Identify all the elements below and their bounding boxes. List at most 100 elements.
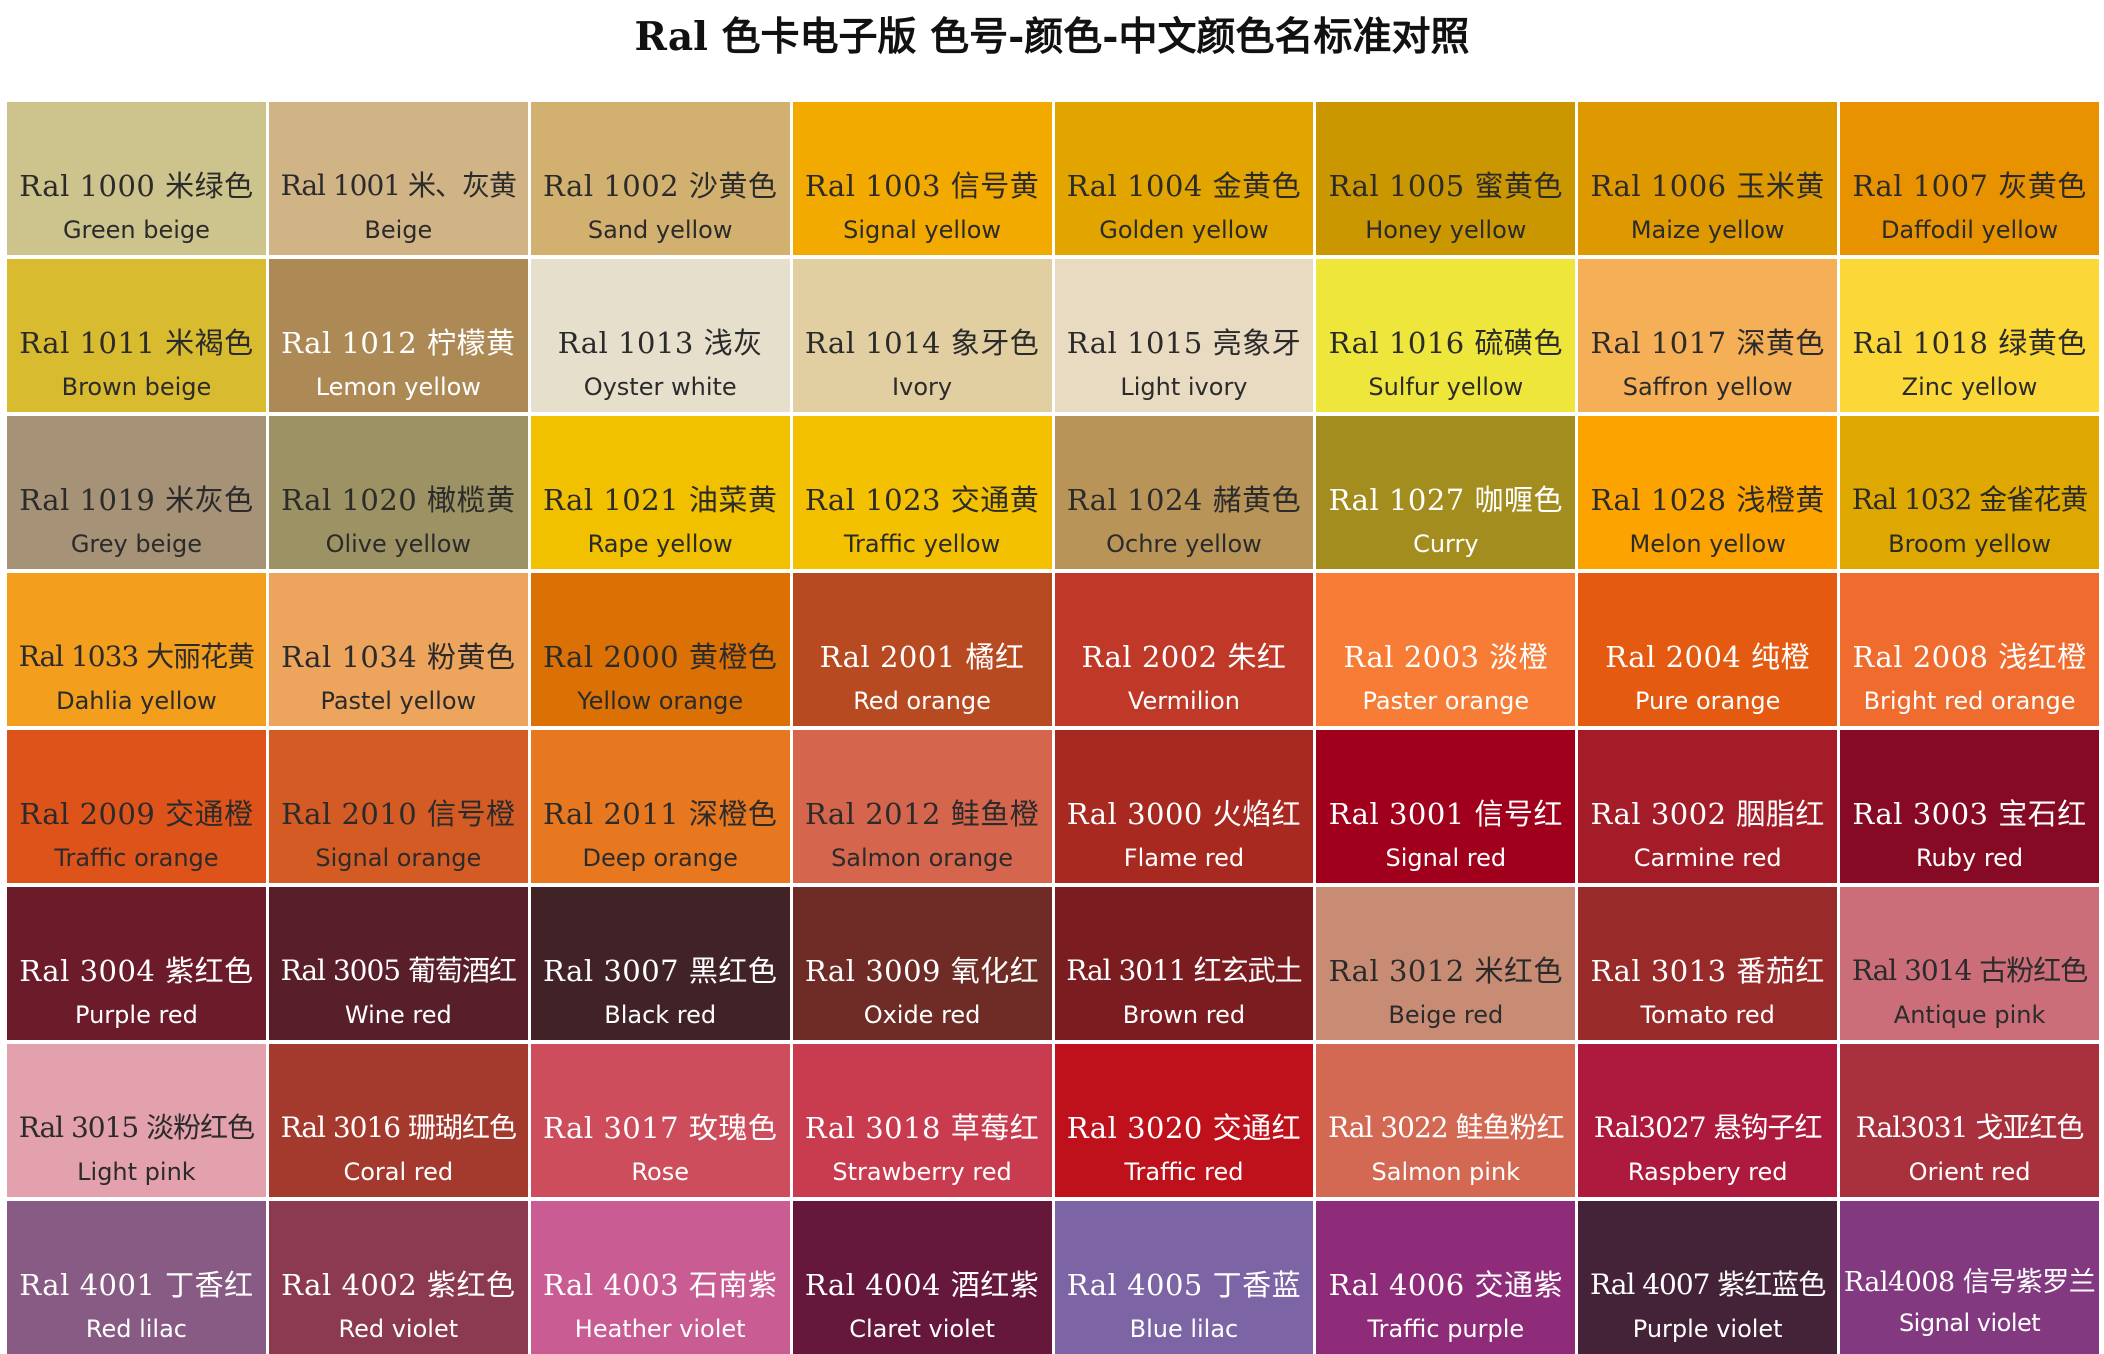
swatch-english-name: Antique pink [1893,1001,2046,1029]
color-swatch: Ral 1018 绿黄色 Zinc yellow [1840,259,2099,412]
swatch-code-label: Ral 1015 亮象牙 [1066,326,1302,360]
color-swatch: Ral 3017 玫瑰色 Rose [530,1044,790,1197]
color-swatch: Ral 1032 金雀花黄 Broom yellow [1840,416,2099,569]
swatch-code-label: Ral 1018 绿黄色 [1852,326,2087,360]
page-title: Ral 色卡电子版 色号-颜色-中文颜色名标准对照 [634,14,1470,60]
color-swatch: Ral3027 悬钩子红 Raspbery red [1578,1044,1838,1197]
color-swatch: Ral 2011 深橙色 Deep orange [530,730,790,883]
color-swatch: Ral 3002 胭脂红 Carmine red [1578,730,1838,883]
swatch-english-name: Sulfur yellow [1368,373,1524,401]
color-swatch: Ral 1013 浅灰 Oyster white [530,259,790,412]
swatch-code-label: Ral 1006 玉米黄 [1590,169,1825,203]
color-swatch: Ral 3004 紫红色 Purple red [7,887,266,1040]
swatch-code-label: Ral 1007 灰黄色 [1852,169,2087,203]
swatch-english-name: Strawberry red [832,1158,1012,1186]
swatch-english-name: Curry [1413,530,1479,558]
swatch-code-label: Ral 3009 氧化红 [804,954,1040,988]
color-swatch: Ral 2008 浅红橙 Bright red orange [1840,573,2099,726]
swatch-code-label: Ral 1024 赭黄色 [1066,483,1302,517]
swatch-code-label: Ral 1034 粉黄色 [281,640,516,674]
swatch-english-name: Traffic yellow [843,530,1001,558]
swatch-english-name: Light ivory [1120,373,1248,401]
swatch-code-label: Ral 2012 鲑鱼橙 [804,797,1040,831]
swatch-english-name: Carmine red [1633,844,1782,872]
swatch-code-label: Ral 4007 紫红蓝色 [1589,1268,1826,1301]
color-swatch: Ral 3000 火焰红 Flame red [1054,730,1314,883]
swatch-code-label: Ral 2010 信号橙 [281,797,516,831]
swatch-code-label: Ral 1027 咖喱色 [1328,483,1563,517]
swatch-code-label: Ral 3014 古粉红色 [1851,954,2088,987]
color-swatch: Ral 3018 草莓红 Strawberry red [792,1044,1052,1197]
color-swatch: Ral 3011 红玄武土 Brown red [1054,887,1314,1040]
swatch-code-label: Ral 1023 交通黄 [804,483,1040,517]
color-chart-grid: Ral 1000 米绿色 Green beige Ral 1001 米、灰黄 Beig… [7,102,2099,1354]
color-swatch: Ral 1003 信号黄 Signal yellow [792,102,1052,255]
color-swatch: Ral 2001 橘红 Red orange [792,573,1052,726]
color-swatch: Ral 1034 粉黄色 Pastel yellow [268,573,528,726]
swatch-code-label: Ral3027 悬钩子红 [1593,1111,1823,1144]
swatch-english-name: Raspbery red [1627,1158,1788,1186]
swatch-code-label: Ral 3005 葡萄酒红 [280,954,517,987]
swatch-english-name: Salmon orange [831,844,1014,872]
swatch-code-label: Ral 2003 淡橙 [1343,640,1549,674]
swatch-english-name: Beige red [1388,1001,1504,1029]
swatch-code-label: Ral 1013 浅灰 [557,326,763,360]
swatch-english-name: Signal violet [1898,1309,2041,1337]
swatch-english-name: Purple violet [1632,1315,1783,1343]
color-swatch: Ral 4007 紫红蓝色 Purple violet [1578,1201,1838,1354]
color-swatch: Ral 1017 深黄色 Saffron yellow [1578,259,1838,412]
swatch-english-name: Broom yellow [1888,530,2051,558]
swatch-code-label: Ral 1021 油菜黄 [543,483,778,517]
swatch-english-name: Wine red [344,1001,452,1029]
swatch-english-name: Heather violet [574,1315,746,1343]
color-swatch: Ral 3014 古粉红色 Antique pink [1840,887,2099,1040]
color-swatch: Ral 1033 大丽花黄 Dahlia yellow [7,573,266,726]
swatch-english-name: Daffodil yellow [1880,216,2059,244]
swatch-english-name: Signal yellow [843,216,1002,244]
swatch-code-label: Ral 2008 浅红橙 [1852,640,2087,674]
color-swatch: Ral 1023 交通黄 Traffic yellow [792,416,1052,569]
swatch-english-name: Bright red orange [1863,687,2076,715]
swatch-code-label: Ral 1000 米绿色 [19,169,254,203]
color-swatch: Ral 3015 淡粉红色 Light pink [7,1044,266,1197]
swatch-code-label: Ral 3002 胭脂红 [1590,797,1825,831]
color-swatch: Ral 3009 氧化红 Oxide red [792,887,1052,1040]
swatch-code-label: Ral 1001 米、灰黄 [280,169,517,202]
swatch-code-label: Ral 1017 深黄色 [1590,326,1825,360]
swatch-code-label: Ral 3022 鲑鱼粉红 [1328,1111,1564,1144]
color-swatch: Ral 2009 交通橙 Traffic orange [7,730,266,883]
color-swatch: Ral 3020 交通红 Traffic red [1054,1044,1314,1197]
swatch-english-name: Grey beige [70,530,203,558]
swatch-code-label: Ral 3016 珊瑚红色 [280,1111,517,1144]
color-swatch: Ral 3005 葡萄酒红 Wine red [268,887,528,1040]
color-swatch: Ral 3001 信号红 Signal red [1316,730,1576,883]
color-swatch: Ral 1024 赭黄色 Ochre yellow [1054,416,1314,569]
color-swatch: Ral 3013 番茄红 Tomato red [1578,887,1838,1040]
swatch-english-name: Sand yellow [587,216,733,244]
swatch-english-name: Rose [631,1158,689,1186]
swatch-code-label: Ral 4002 紫红色 [281,1268,516,1302]
swatch-english-name: Black red [604,1001,717,1029]
swatch-code-label: Ral 3001 信号红 [1328,797,1563,831]
swatch-code-label: Ral 2000 黄橙色 [543,640,778,674]
swatch-english-name: Paster orange [1362,687,1530,715]
swatch-english-name: Lemon yellow [315,373,481,401]
swatch-code-label: Ral 4004 酒红紫 [804,1268,1040,1302]
swatch-code-label: Ral 2011 深橙色 [543,797,778,831]
swatch-code-label: Ral 3003 宝石红 [1852,797,2087,831]
swatch-english-name: Rape yellow [587,530,733,558]
swatch-english-name: Olive yellow [325,530,472,558]
swatch-code-label: Ral 1011 米褐色 [19,326,254,360]
color-swatch: Ral 1004 金黄色 Golden yellow [1054,102,1314,255]
color-swatch: Ral 1007 灰黄色 Daffodil yellow [1840,102,2099,255]
swatch-english-name: Maize yellow [1630,216,1785,244]
color-swatch: Ral 4004 酒红紫 Claret violet [792,1201,1052,1354]
swatch-english-name: Yellow orange [577,687,744,715]
swatch-code-label: Ral 3015 淡粉红色 [18,1111,255,1144]
color-swatch: Ral4008 信号紫罗兰 Signal violet [1840,1201,2099,1354]
swatch-english-name: Ivory [892,373,953,401]
swatch-english-name: Pure orange [1634,687,1781,715]
swatch-english-name: Red violet [338,1315,459,1343]
swatch-code-label: Ral 1005 蜜黄色 [1328,169,1563,203]
swatch-code-label: Ral 3018 草莓红 [804,1111,1040,1145]
